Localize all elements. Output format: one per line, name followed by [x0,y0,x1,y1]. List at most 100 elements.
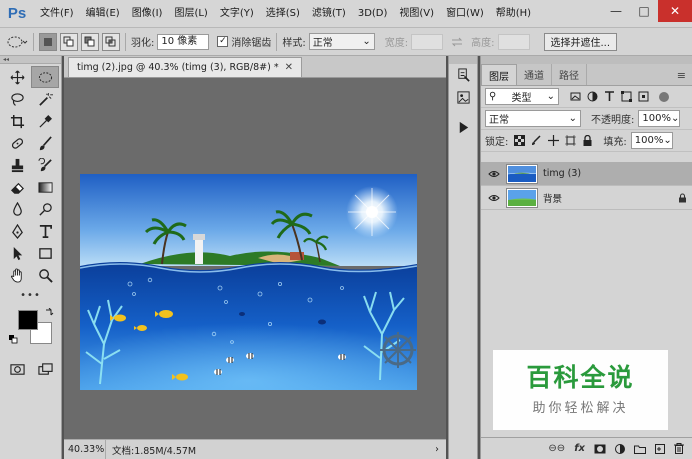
menu-item[interactable]: 图像(I) [126,0,169,28]
quick-mask-button[interactable] [3,358,31,380]
default-colors-icon[interactable] [8,334,18,344]
lock-image-pixels-icon[interactable] [531,135,542,146]
eraser-tool[interactable] [3,176,31,198]
width-input[interactable] [411,33,444,50]
magic-wand-tool[interactable] [31,88,59,110]
lock-all-icon[interactable] [582,135,593,146]
menu-item[interactable]: 滤镜(T) [306,0,352,28]
layer-row[interactable]: 背景 [481,186,692,210]
brush-tool[interactable] [31,132,59,154]
history-brush-tool[interactable] [31,154,59,176]
blend-mode-value: 正常 [489,115,509,126]
opacity-input[interactable]: 100% ⌄ [638,110,681,127]
minimize-button[interactable]: — [602,0,630,22]
menu-item[interactable]: 文件(F) [34,0,80,28]
adjustment-filter-icon[interactable] [586,91,598,103]
subtract-selection-button[interactable] [81,32,99,51]
new-layer-icon[interactable] [655,443,665,454]
filter-toggle-icon[interactable] [659,91,669,102]
new-selection-button[interactable] [39,32,57,51]
type-filter-icon[interactable] [603,91,615,103]
fill-input[interactable]: 100% ⌄ [630,132,673,149]
watermark: 百科全说 助你轻松解决 [493,350,668,430]
lasso-tool[interactable] [3,88,31,110]
edit-toolbar-button[interactable]: ••• [0,288,61,302]
type-tool[interactable] [31,220,59,242]
clone-stamp-tool[interactable] [3,154,31,176]
lock-transparent-pixels-icon[interactable] [514,135,526,146]
move-tool[interactable] [3,66,31,88]
height-input[interactable] [497,33,530,50]
menu-item[interactable]: 图层(L) [168,0,213,28]
canvas-area[interactable] [64,78,446,439]
link-layers-icon[interactable]: ⊖⊖ [548,443,565,454]
rectangle-tool[interactable] [31,242,59,264]
menu-item[interactable]: 帮助(H) [490,0,537,28]
fx-icon[interactable]: fx [574,443,585,454]
feather-input[interactable]: 10 像素 [157,33,210,50]
menu-item[interactable]: 视图(V) [393,0,440,28]
blend-mode-select[interactable]: 正常 ⌄ [485,110,581,127]
pen-tool[interactable] [3,220,31,242]
gradient-tool[interactable] [31,176,59,198]
eyedropper-tool[interactable] [31,110,59,132]
filter-kind-value: 类型 [511,93,532,104]
healing-brush-tool[interactable] [3,132,31,154]
zoom-tool[interactable] [31,264,59,286]
document-tab[interactable]: timg (2).jpg @ 40.3% (timg (3), RGB/8#) … [68,57,303,77]
menu-item[interactable]: 文字(Y) [214,0,260,28]
lock-artboard-icon[interactable] [565,135,577,146]
path-selection-tool[interactable] [3,242,31,264]
blur-tool[interactable] [3,198,31,220]
eye-icon[interactable] [481,194,507,202]
history-panel-button[interactable] [449,64,477,86]
layers-panel-tab[interactable]: 路径 [552,64,587,85]
panel-menu-icon[interactable]: ≡ [677,69,686,82]
layer-row[interactable]: timg (3) [481,162,692,186]
chevron-right-icon[interactable]: › [428,444,446,455]
menu-item[interactable]: 编辑(E) [80,0,126,28]
trash-icon[interactable] [674,443,684,454]
menu-item[interactable]: 3D(D) [352,0,394,28]
crop-tool[interactable] [3,110,31,132]
eye-icon[interactable] [481,170,507,178]
add-selection-button[interactable] [60,32,78,51]
intersect-selection-button[interactable] [102,32,120,51]
smart-object-filter-icon[interactable] [637,91,649,103]
screen-mode-button[interactable] [31,358,59,380]
layer-name: 背景 [543,193,563,205]
tool-preset-picker[interactable] [6,34,28,50]
pixel-filter-icon[interactable] [569,91,581,103]
layers-panel-tab[interactable]: 图层 [481,64,517,85]
lock-position-icon[interactable] [548,135,560,146]
strip-header[interactable] [449,56,477,64]
elliptical-marquee-tool[interactable] [31,66,59,88]
canvas-image[interactable] [80,174,417,390]
layers-panel-header[interactable] [481,56,692,64]
zoom-level[interactable]: 40.33% [64,439,106,459]
document-tab-bar: timg (2).jpg @ 40.3% (timg (3), RGB/8#) … [64,56,446,78]
toolbox-header[interactable]: ◂◂ [0,56,61,64]
properties-panel-button[interactable] [449,86,477,108]
menu-item[interactable]: 窗口(W) [440,0,490,28]
layers-panel-tab[interactable]: 通道 [517,64,552,85]
hand-tool[interactable] [3,264,31,286]
antialias-checkbox[interactable]: ✓ [217,36,229,47]
swap-colors-icon[interactable] [44,308,54,318]
actions-panel-button[interactable] [449,116,477,138]
select-and-mask-button[interactable]: 选择并遮住... [543,32,618,51]
shape-filter-icon[interactable] [620,91,632,103]
add-mask-icon[interactable] [594,444,606,454]
close-tab-icon[interactable]: ✕ [285,62,293,73]
maximize-button[interactable]: □ [630,0,658,22]
adjustment-layer-icon[interactable] [615,443,625,454]
menu-item[interactable]: 选择(S) [260,0,306,28]
close-button[interactable]: ✕ [658,0,692,22]
selection-mode-group [39,32,120,51]
foreground-color-swatch[interactable] [18,310,38,330]
style-select[interactable]: 正常 ⌄ [308,33,375,50]
dodge-tool[interactable] [31,198,59,220]
new-group-icon[interactable] [634,444,646,454]
swap-dimensions-button[interactable] [451,36,463,48]
filter-kind-select[interactable]: ⚲ 类型 ⌄ [485,88,559,105]
